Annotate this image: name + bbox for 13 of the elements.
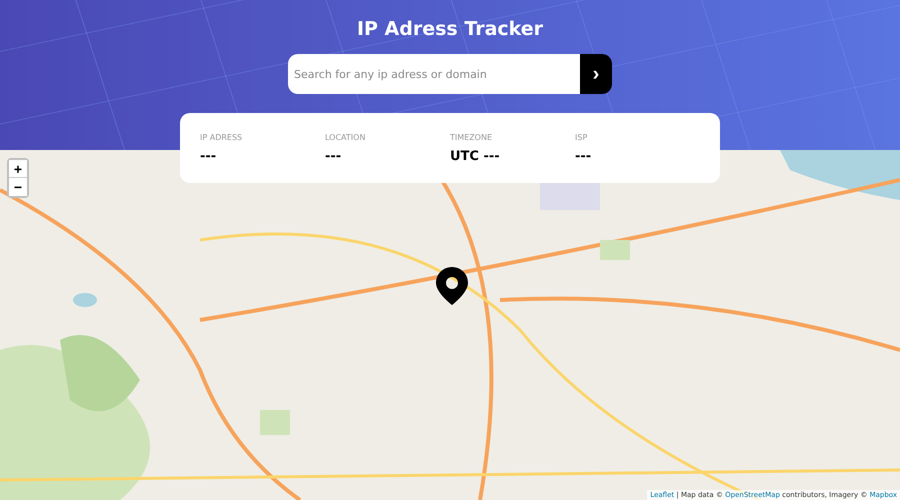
page-title: IP Adress Tracker bbox=[356, 18, 544, 40]
info-value: --- bbox=[200, 148, 218, 164]
location-pin-icon bbox=[436, 267, 468, 305]
info-value: --- bbox=[325, 148, 342, 164]
info-label: TIMEZONE bbox=[450, 132, 494, 142]
info-value: UTC --- bbox=[450, 148, 501, 164]
search-button[interactable]: › bbox=[580, 54, 612, 94]
info-value: --- bbox=[575, 148, 592, 164]
info-label: IP ADRESS bbox=[200, 132, 244, 142]
info-label: LOCATION bbox=[325, 132, 366, 142]
search-field[interactable]: Search for any ip adress or domain bbox=[288, 54, 580, 94]
info-label: ISP bbox=[575, 132, 588, 142]
zoom-in-button[interactable]: + bbox=[9, 160, 27, 178]
